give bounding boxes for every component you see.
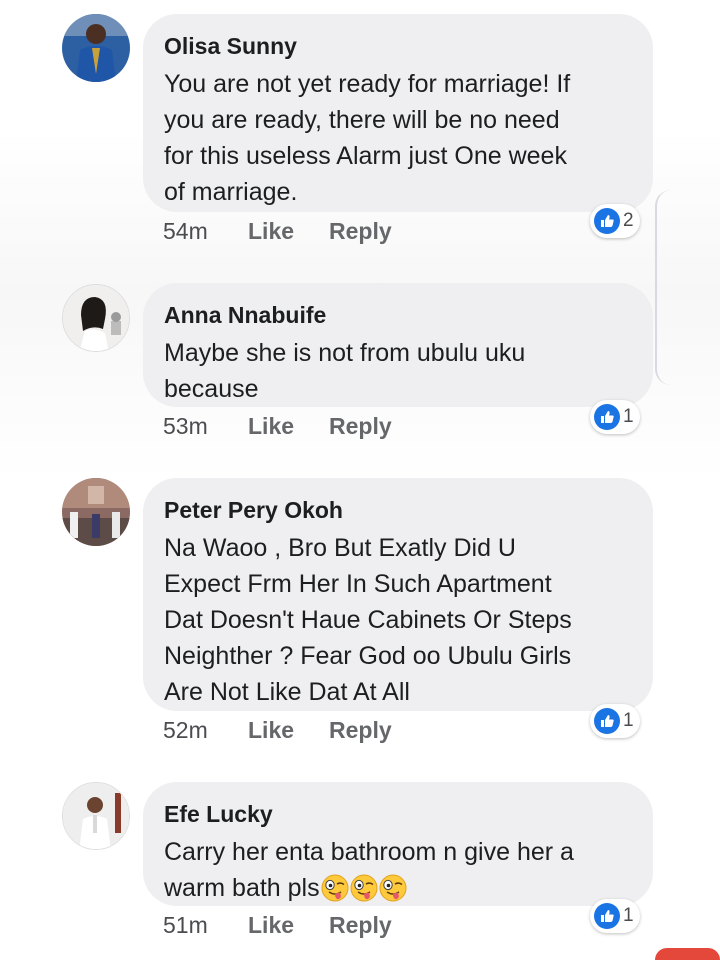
reaction-summary[interactable]: 2: [590, 204, 640, 238]
reply-button[interactable]: Reply: [329, 411, 392, 441]
reaction-summary[interactable]: 1: [590, 899, 640, 933]
comment-line: Neighther ? Fear God oo Ubulu Girls: [164, 642, 572, 670]
winking-tongue-emoji: [349, 874, 378, 902]
reaction-count: 2: [623, 210, 634, 231]
avatar[interactable]: [62, 14, 130, 82]
reaction-count: 1: [623, 710, 634, 731]
comment-text: Na Waoo , Bro But Exatly Did U Expect Fr…: [164, 530, 631, 710]
comment-author[interactable]: Olisa Sunny: [164, 32, 631, 60]
thumbs-up-icon: [594, 708, 620, 734]
avatar[interactable]: [62, 478, 130, 546]
comment-timestamp[interactable]: 54m: [163, 216, 208, 246]
like-button[interactable]: Like: [248, 216, 294, 246]
comment-timestamp[interactable]: 52m: [163, 715, 208, 745]
comment-line: warm bath pls: [164, 874, 320, 902]
profile-photo-icon: [63, 285, 129, 351]
comment-line: Expect Frm Her In Such Apartment: [164, 570, 552, 598]
comment-timestamp[interactable]: 51m: [163, 910, 208, 940]
reply-button[interactable]: Reply: [329, 715, 392, 745]
comment-author[interactable]: Anna Nnabuife: [164, 301, 631, 329]
reaction-summary[interactable]: 1: [590, 704, 640, 738]
like-button[interactable]: Like: [248, 910, 294, 940]
winking-tongue-emoji: [378, 874, 407, 902]
comment-bubble[interactable]: Anna Nnabuife Maybe she is not from ubul…: [143, 283, 653, 407]
thumbs-up-icon: [594, 208, 620, 234]
partial-floating-element: [655, 948, 720, 960]
avatar[interactable]: [62, 782, 130, 850]
winking-tongue-emoji: [320, 874, 349, 902]
comment-line: of marriage.: [164, 178, 298, 206]
comment-text: You are not yet ready for marriage! If y…: [164, 66, 631, 210]
comment-line: Are Not Like Dat At All: [164, 678, 410, 706]
comment-author[interactable]: Efe Lucky: [164, 800, 631, 828]
reaction-count: 1: [623, 905, 634, 926]
comment-timestamp[interactable]: 53m: [163, 411, 208, 441]
reaction-count: 1: [623, 406, 634, 427]
comment-bubble[interactable]: Peter Pery Okoh Na Waoo , Bro But Exatly…: [143, 478, 653, 711]
comment-line: because: [164, 375, 259, 403]
comment-line: Dat Doesn't Haue Cabinets Or Steps: [164, 606, 572, 634]
scroll-indicator[interactable]: [655, 190, 677, 385]
like-button[interactable]: Like: [248, 715, 294, 745]
profile-photo-icon: [62, 14, 130, 82]
comment-bubble[interactable]: Efe Lucky Carry her enta bathroom n give…: [143, 782, 653, 906]
comment-line: Carry her enta bathroom n give her a: [164, 838, 574, 866]
like-button[interactable]: Like: [248, 411, 294, 441]
comment-line: for this useless Alarm just One week: [164, 142, 567, 170]
avatar[interactable]: [62, 284, 130, 352]
comment-line: You are not yet ready for marriage! If: [164, 70, 571, 98]
thumbs-up-icon: [594, 404, 620, 430]
comment-line: you are ready, there will be no need: [164, 106, 560, 134]
comment-text: Maybe she is not from ubulu uku because: [164, 335, 631, 407]
reply-button[interactable]: Reply: [329, 910, 392, 940]
reaction-summary[interactable]: 1: [590, 400, 640, 434]
comment-text: Carry her enta bathroom n give her a war…: [164, 834, 631, 906]
reply-button[interactable]: Reply: [329, 216, 392, 246]
comment-line: Maybe she is not from ubulu uku: [164, 339, 526, 367]
profile-photo-icon: [62, 478, 130, 546]
comment-line: Na Waoo , Bro But Exatly Did U: [164, 534, 516, 562]
profile-photo-icon: [63, 783, 129, 849]
thumbs-up-icon: [594, 903, 620, 929]
comment-author[interactable]: Peter Pery Okoh: [164, 496, 631, 524]
comment-bubble[interactable]: Olisa Sunny You are not yet ready for ma…: [143, 14, 653, 212]
